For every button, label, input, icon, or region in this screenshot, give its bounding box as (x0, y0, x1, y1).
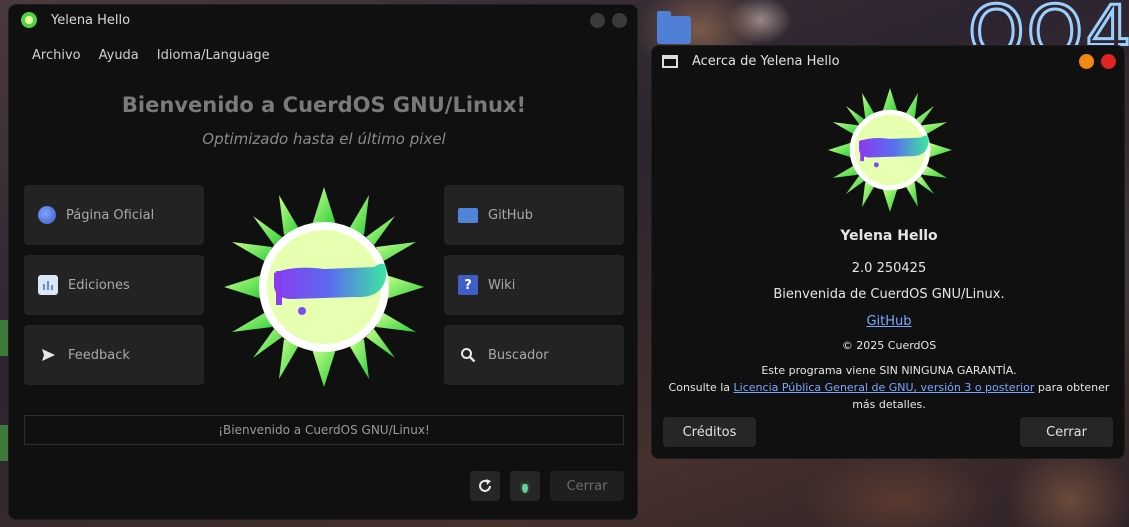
main-window: Yelena Hello Archivo Ayuda Idioma/Langua… (8, 4, 638, 520)
cuerdos-logo-icon (224, 187, 424, 387)
tux-button[interactable] (510, 471, 540, 501)
menu-ayuda[interactable]: Ayuda (99, 48, 139, 63)
folder-icon[interactable] (657, 11, 691, 44)
official-page-button[interactable]: Página Oficial (24, 185, 204, 245)
about-titlebar[interactable]: Acerca de Yelena Hello (652, 46, 1124, 76)
close-button[interactable]: Cerrar (550, 471, 624, 501)
welcome-title: Bienvenido a CuerdOS GNU/Linux! (121, 93, 527, 117)
refresh-button[interactable] (470, 471, 500, 501)
license-pre: Consulte la (668, 381, 734, 394)
status-bar: ¡Bienvenido a CuerdOS GNU/Linux! (24, 415, 624, 445)
folder-icon (458, 207, 478, 223)
help-icon: ? (458, 275, 478, 295)
card-label: Ediciones (68, 277, 130, 293)
desktop-edge-icon (0, 425, 8, 461)
welcome-subtitle: Optimizado hasta el último pixel (202, 130, 446, 148)
search-icon (458, 345, 478, 365)
minimize-button[interactable] (1079, 53, 1094, 69)
card-label: Buscador (488, 347, 549, 363)
license-text: Este programa viene SIN NINGUNA GARANTÍA… (652, 362, 1124, 413)
credits-button[interactable]: Créditos (663, 417, 756, 447)
app-name: Yelena Hello (840, 228, 938, 244)
globe-icon (38, 206, 56, 224)
menubar: Archivo Ayuda Idioma/Language (9, 35, 637, 75)
window-icon (662, 54, 678, 68)
license-link[interactable]: Licencia Pública General de GNU, versión… (734, 381, 1035, 394)
desktop-edge-icon (0, 320, 8, 356)
feedback-button[interactable]: Feedback (24, 325, 204, 385)
status-text: ¡Bienvenido a CuerdOS GNU/Linux! (218, 423, 430, 437)
minimize-button[interactable] (590, 12, 605, 28)
about-dialog: Acerca de Yelena Hello Yelena Hello 2.0 … (651, 45, 1125, 459)
license-line1: Este programa viene SIN NINGUNA GARANTÍA… (761, 364, 1017, 377)
window-title: Yelena Hello (51, 12, 131, 28)
close-window-button[interactable] (1101, 53, 1116, 69)
card-label: Wiki (488, 277, 516, 293)
github-button[interactable]: GitHub (444, 185, 624, 245)
send-icon (38, 345, 58, 365)
card-label: Página Oficial (66, 207, 155, 223)
card-label: Feedback (68, 347, 130, 363)
close-window-button[interactable] (612, 12, 627, 28)
app-icon (21, 12, 37, 28)
editions-icon (38, 275, 58, 295)
menu-idioma[interactable]: Idioma/Language (157, 48, 270, 63)
about-title: Acerca de Yelena Hello (692, 53, 840, 69)
main-titlebar[interactable]: Yelena Hello (9, 5, 637, 35)
card-label: GitHub (488, 207, 534, 223)
menu-archivo[interactable]: Archivo (32, 48, 81, 63)
app-version: 2.0 250425 (851, 261, 927, 276)
about-close-button[interactable]: Cerrar (1020, 417, 1113, 447)
app-comment: Bienvenida de CuerdOS GNU/Linux. (773, 287, 1005, 302)
cuerdos-logo-icon (828, 88, 952, 212)
copyright-text: © 2025 CuerdOS (841, 339, 937, 352)
refresh-icon (479, 479, 491, 492)
editions-button[interactable]: Ediciones (24, 255, 204, 315)
website-link[interactable]: GitHub (652, 314, 1124, 329)
wiki-button[interactable]: ? Wiki (444, 255, 624, 315)
tux-icon (520, 478, 530, 494)
search-button[interactable]: Buscador (444, 325, 624, 385)
